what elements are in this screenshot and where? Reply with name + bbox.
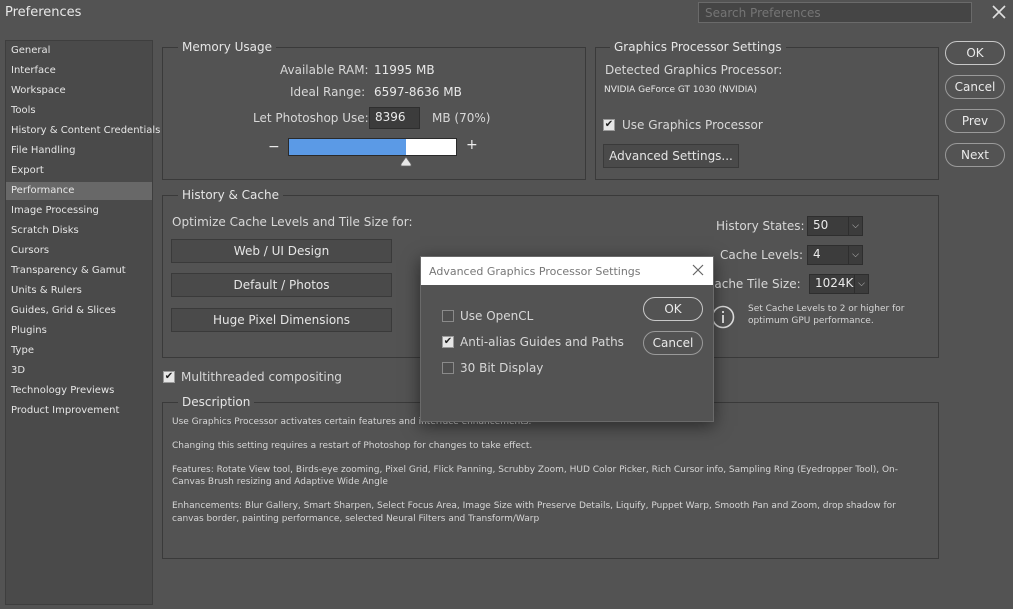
sidebar-item-export[interactable]: Export <box>6 162 152 180</box>
sidebar-item-guides-grid-slices[interactable]: Guides, Grid & Slices <box>6 302 152 320</box>
cache-levels-value: 4 <box>813 247 821 261</box>
cache-tile-size-label: Cache Tile Size: <box>706 277 801 291</box>
memory-unit-label: MB (70%) <box>432 111 491 125</box>
use-gpu-label: Use Graphics Processor <box>622 118 763 132</box>
gpu-settings-title: Graphics Processor Settings <box>610 40 786 54</box>
advanced-gpu-dialog: Advanced Graphics Processor Settings Use… <box>420 256 714 422</box>
description-paragraph-4b: canvas border, painting performance, sel… <box>172 514 540 524</box>
dialog-title: Advanced Graphics Processor Settings <box>421 257 713 285</box>
close-icon[interactable] <box>691 263 705 277</box>
memory-decrease-button[interactable]: − <box>268 139 280 155</box>
memory-slider-fill <box>289 139 406 155</box>
chevron-down-icon: ⌵ <box>854 275 868 293</box>
antialias-label: Anti-alias Guides and Paths <box>460 335 624 349</box>
ideal-range-label: Ideal Range: <box>290 85 366 99</box>
description-title: Description <box>178 395 255 409</box>
sidebar-item-file-handling[interactable]: File Handling <box>6 142 152 160</box>
ok-button[interactable]: OK <box>945 41 1005 65</box>
cache-info-line-2: optimum GPU performance. <box>748 316 874 326</box>
sidebar-item-units-rulers[interactable]: Units & Rulers <box>6 282 152 300</box>
cache-levels-select[interactable]: 4 ⌵ <box>807 245 863 265</box>
sidebar-item-scratch-disks[interactable]: Scratch Disks <box>6 222 152 240</box>
sidebar-item-cursors[interactable]: Cursors <box>6 242 152 260</box>
multithreaded-label: Multithreaded compositing <box>181 370 342 384</box>
opencl-checkbox[interactable] <box>442 310 454 322</box>
sidebar-item-technology-previews[interactable]: Technology Previews <box>6 382 152 400</box>
multithreaded-checkbox[interactable]: ✔ <box>163 371 175 383</box>
use-gpu-checkbox[interactable]: ✔ <box>603 119 615 131</box>
sidebar-item-history-content-credentials[interactable]: History & Content Credentials <box>6 122 160 140</box>
available-ram-label: Available RAM: <box>280 63 369 77</box>
sidebar-item-workspace[interactable]: Workspace <box>6 82 152 100</box>
memory-slider-track[interactable] <box>288 138 457 156</box>
sidebar: General Interface Workspace Tools History & … <box>5 40 160 605</box>
close-icon[interactable] <box>990 3 1008 21</box>
sidebar-item-tools[interactable]: Tools <box>6 102 152 120</box>
huge-pixel-dimensions-button[interactable]: Huge Pixel Dimensions <box>171 308 392 332</box>
history-states-value: 50 <box>813 218 829 232</box>
description-paragraph-3b: Canvas Brush resizing and Adaptive Wide … <box>172 477 388 487</box>
cache-tile-size-value: 1024K <box>815 276 854 290</box>
sidebar-item-plugins[interactable]: Plugins <box>6 322 152 340</box>
dialog-ok-button[interactable]: OK <box>643 297 703 321</box>
chevron-down-icon: ⌵ <box>848 246 862 264</box>
cache-levels-label: Cache Levels: <box>720 248 804 262</box>
ideal-range-value: 6597-8636 MB <box>374 85 462 99</box>
next-button[interactable]: Next <box>945 143 1005 167</box>
web-ui-design-button[interactable]: Web / UI Design <box>171 239 392 263</box>
default-photos-button[interactable]: Default / Photos <box>171 273 392 297</box>
sidebar-item-interface[interactable]: Interface <box>6 62 152 80</box>
history-states-select[interactable]: 50 ⌵ <box>807 216 863 236</box>
description-paragraph-4a: Enhancements: Blur Gallery, Smart Sharpe… <box>172 501 896 511</box>
window-title: Preferences <box>5 5 82 20</box>
memory-increase-button[interactable]: + <box>466 137 478 153</box>
sidebar-item-type[interactable]: Type <box>6 342 152 360</box>
description-paragraph-2: Changing this setting requires a restart… <box>172 441 533 451</box>
search-input[interactable] <box>698 2 972 23</box>
dialog-cancel-button[interactable]: Cancel <box>643 331 703 355</box>
30-bit-display-label: 30 Bit Display <box>460 361 544 375</box>
antialias-checkbox[interactable]: ✔ <box>442 336 454 348</box>
optimize-cache-label: Optimize Cache Levels and Tile Size for: <box>172 215 413 229</box>
history-cache-title: History & Cache <box>178 188 283 202</box>
cache-tile-size-select[interactable]: 1024K ⌵ <box>809 274 869 294</box>
memory-usage-title: Memory Usage <box>178 40 277 54</box>
opencl-label: Use OpenCL <box>460 309 534 323</box>
sidebar-item-3d[interactable]: 3D <box>6 362 152 380</box>
sidebar-item-image-processing[interactable]: Image Processing <box>6 202 152 220</box>
history-states-label: History States: <box>716 219 805 233</box>
30-bit-display-checkbox[interactable] <box>442 362 454 374</box>
sidebar-item-performance[interactable]: Performance <box>6 182 152 200</box>
sidebar-item-product-improvement[interactable]: Product Improvement <box>6 402 152 420</box>
info-icon <box>711 305 735 329</box>
detected-gpu-value: NVIDIA GeForce GT 1030 (NVIDIA) <box>604 85 757 95</box>
detected-gpu-label: Detected Graphics Processor: <box>605 63 783 77</box>
chevron-down-icon: ⌵ <box>848 217 862 235</box>
sidebar-item-transparency-gamut[interactable]: Transparency & Gamut <box>6 262 152 280</box>
memory-amount-input[interactable]: 8396 <box>369 107 420 129</box>
let-photoshop-use-label: Let Photoshop Use: <box>253 111 369 125</box>
advanced-settings-button[interactable]: Advanced Settings... <box>603 144 739 168</box>
prev-button[interactable]: Prev <box>945 109 1005 133</box>
sidebar-item-general[interactable]: General <box>6 42 152 60</box>
available-ram-value: 11995 MB <box>374 63 435 77</box>
memory-slider-thumb[interactable] <box>400 157 412 167</box>
cancel-button[interactable]: Cancel <box>945 75 1005 99</box>
